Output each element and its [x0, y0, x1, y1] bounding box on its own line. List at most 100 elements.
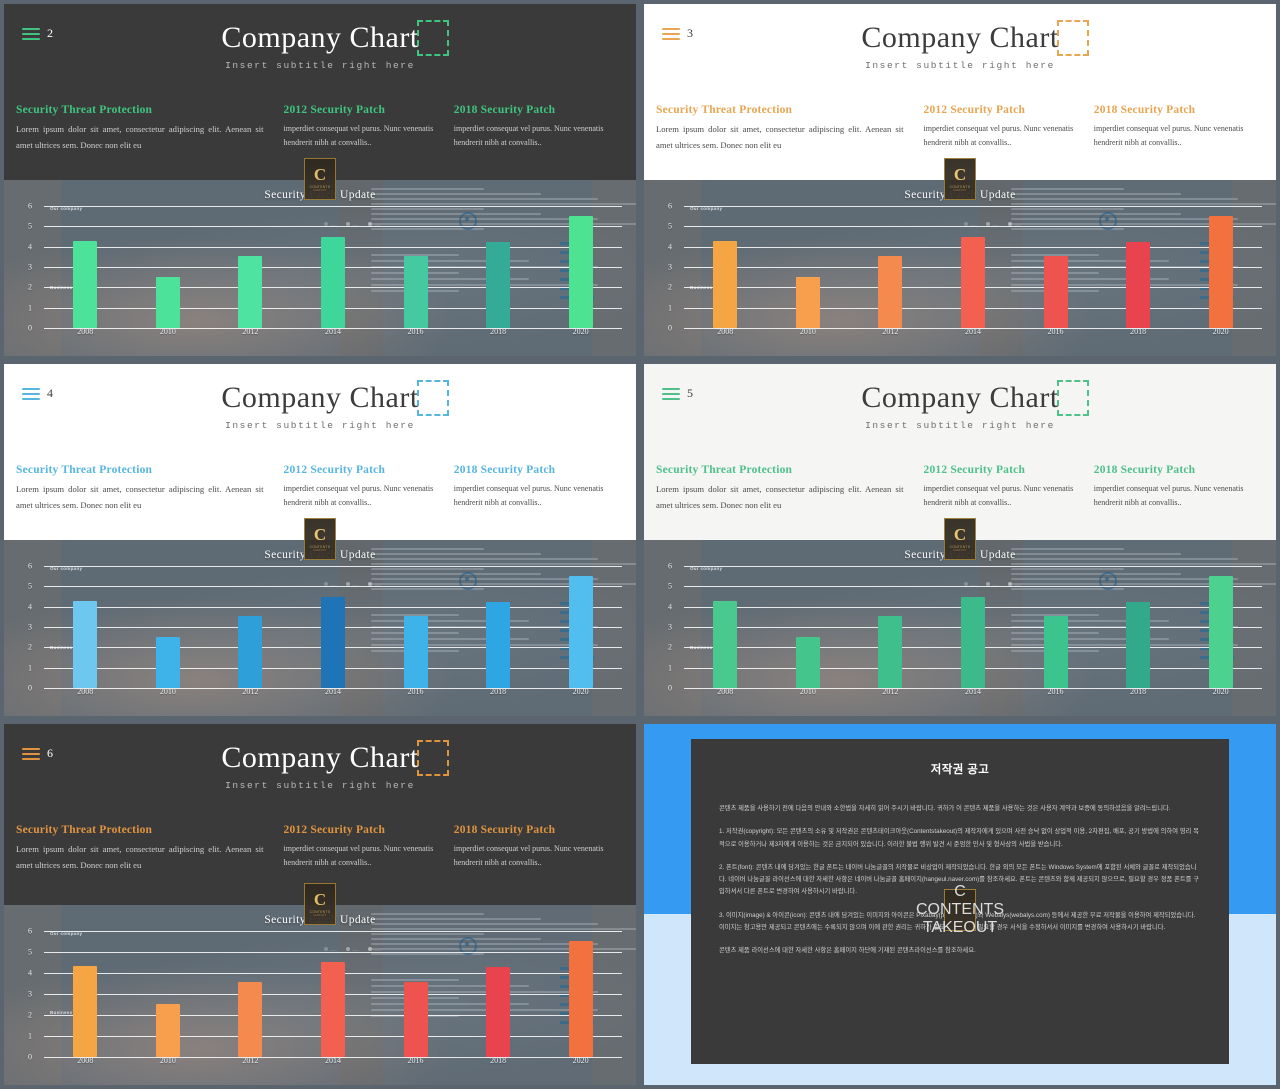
bar-2010	[155, 277, 180, 328]
title-block: Company Chart Insert subtitle right here	[4, 380, 636, 431]
y-tick-label: 5	[668, 581, 672, 591]
column-3-heading: 2018 Security Patch	[453, 104, 556, 116]
column-3-body: imperdiet consequat vel purus. Nunc vene…	[1093, 124, 1244, 147]
column-2-heading: 2012 Security Patch	[923, 464, 1026, 476]
bar-2008	[73, 240, 98, 328]
y-tick-label: 3	[28, 989, 32, 999]
column-2: 2012 Security Patch imperdiet consequat …	[924, 464, 1094, 514]
slide-grid: 2 Company Chart Insert subtitle right he…	[0, 0, 1280, 1089]
x-tick-label: 2010	[799, 687, 816, 696]
chart-x-axis: 2008 2010 2012 2014 2016 2018 2020	[44, 1056, 622, 1065]
bar-group	[384, 206, 448, 328]
bar-2016	[403, 615, 428, 688]
bar-group	[1106, 206, 1170, 328]
slide-5[interactable]: 5 Company Chart Insert subtitle right he…	[644, 364, 1276, 716]
badge-line1: CONTENTS	[916, 901, 1004, 918]
x-tick-label: 2018	[1130, 327, 1147, 336]
chart-plot: 0 1 2 3 4 5 6	[668, 562, 1262, 693]
column-2-heading: 2012 Security Patch	[283, 104, 386, 116]
x-tick-label: 2020	[572, 327, 589, 336]
x-tick-label: 2010	[159, 687, 176, 696]
x-tick-label: 2018	[490, 327, 507, 336]
bar-2018	[1126, 241, 1151, 328]
x-tick-label: 2014	[324, 687, 341, 696]
column-1-heading: Security Threat Protection	[16, 464, 153, 476]
chart-bars	[44, 931, 622, 1057]
title-block: Company Chart Insert subtitle right here	[4, 740, 636, 791]
slide-cell-3[interactable]: 3 Company Chart Insert subtitle right he…	[640, 0, 1280, 360]
y-tick-label: 3	[28, 262, 32, 272]
slide-3[interactable]: 3 Company Chart Insert subtitle right he…	[644, 4, 1276, 356]
bar-group	[136, 931, 200, 1057]
bar-group	[859, 206, 923, 328]
bar-group	[53, 931, 117, 1057]
y-tick-label: 1	[28, 1031, 32, 1041]
x-tick-label: 2014	[324, 327, 341, 336]
badge-letter: C	[953, 165, 967, 184]
x-tick-label: 2018	[490, 687, 507, 696]
column-2-heading: 2012 Security Patch	[283, 464, 386, 476]
badge-line2: TAKEOUT	[313, 913, 327, 917]
column-3-heading: 2018 Security Patch	[1093, 464, 1196, 476]
x-tick-label: 2020	[572, 1056, 589, 1065]
badge-letter: C	[313, 889, 327, 909]
bar-2016	[1043, 255, 1068, 328]
bar-2016	[403, 255, 428, 328]
slide-4[interactable]: 4 Company Chart Insert subtitle right he…	[4, 364, 636, 716]
y-tick-label: 4	[28, 602, 32, 612]
y-tick-label: 5	[28, 581, 32, 591]
bar-group	[776, 566, 840, 688]
bar-group	[776, 206, 840, 328]
text-columns: Security Threat Protection Lorem ipsum d…	[4, 464, 636, 514]
column-2-body: imperdiet consequat vel purus. Nunc vene…	[923, 124, 1074, 147]
bar-group	[1024, 566, 1088, 688]
bar-group	[549, 566, 613, 688]
bar-group	[549, 931, 613, 1057]
slide-cell-6[interactable]: 6 Company Chart Insert subtitle right he…	[0, 720, 640, 1089]
y-tick-label: 1	[668, 303, 672, 313]
bar-group	[219, 566, 283, 688]
bar-2014	[320, 596, 345, 688]
column-1-body: Lorem ipsum dolor sit amet, consectetur …	[656, 484, 904, 510]
slide-cell-4[interactable]: 4 Company Chart Insert subtitle right he…	[0, 360, 640, 720]
chart-plot: 0 1 2 3 4 5 6	[28, 926, 622, 1062]
y-tick-label: 0	[28, 683, 32, 693]
chart-x-axis: 2008 2010 2012 2014 2016 2018 2020	[684, 687, 1262, 696]
slide-6[interactable]: 6 Company Chart Insert subtitle right he…	[4, 724, 636, 1085]
y-tick-label: 6	[668, 201, 672, 211]
page-subtitle: Insert subtitle right here	[865, 59, 1055, 71]
column-3-body: imperdiet consequat vel purus. Nunc vene…	[453, 124, 604, 147]
page-title: Company Chart	[861, 380, 1089, 416]
column-1: Security Threat Protection Lorem ipsum d…	[656, 104, 924, 154]
bar-group	[384, 931, 448, 1057]
slide-cell-2[interactable]: 2 Company Chart Insert subtitle right he…	[0, 0, 640, 360]
page-title: Company Chart	[221, 740, 449, 776]
text-columns: Security Threat Protection Lorem ipsum d…	[644, 464, 1276, 514]
bar-group	[219, 206, 283, 328]
slide-header: 3 Company Chart Insert subtitle right he…	[644, 4, 1276, 180]
bar-2010	[155, 637, 180, 688]
page-subtitle: Insert subtitle right here	[225, 779, 415, 791]
contents-takeout-badge: C CONTENTS TAKEOUT	[304, 518, 336, 560]
slide-cell-5[interactable]: 5 Company Chart Insert subtitle right he…	[640, 360, 1280, 720]
x-tick-label: 2014	[964, 687, 981, 696]
y-tick-label: 4	[28, 968, 32, 978]
column-2-heading: 2012 Security Patch	[283, 824, 386, 836]
placeholder-box	[416, 380, 449, 416]
y-tick-label: 3	[28, 622, 32, 632]
bar-2014	[320, 236, 345, 328]
slide-header: 5 Company Chart Insert subtitle right he…	[644, 364, 1276, 540]
chart-plot: 0 1 2 3 4 5 6	[668, 202, 1262, 333]
y-tick-label: 1	[28, 303, 32, 313]
bar-group	[136, 206, 200, 328]
bar-2008	[73, 600, 98, 688]
y-tick-label: 4	[668, 242, 672, 252]
x-tick-label: 2008	[77, 327, 94, 336]
y-tick-label: 6	[28, 926, 32, 935]
bar-group	[466, 931, 530, 1057]
column-2: 2012 Security Patch imperdiet consequat …	[284, 464, 454, 514]
badge-letter: C	[954, 883, 966, 900]
bar-2014	[960, 596, 985, 688]
bar-2018	[1126, 601, 1151, 688]
slide-2[interactable]: 2 Company Chart Insert subtitle right he…	[4, 4, 636, 356]
